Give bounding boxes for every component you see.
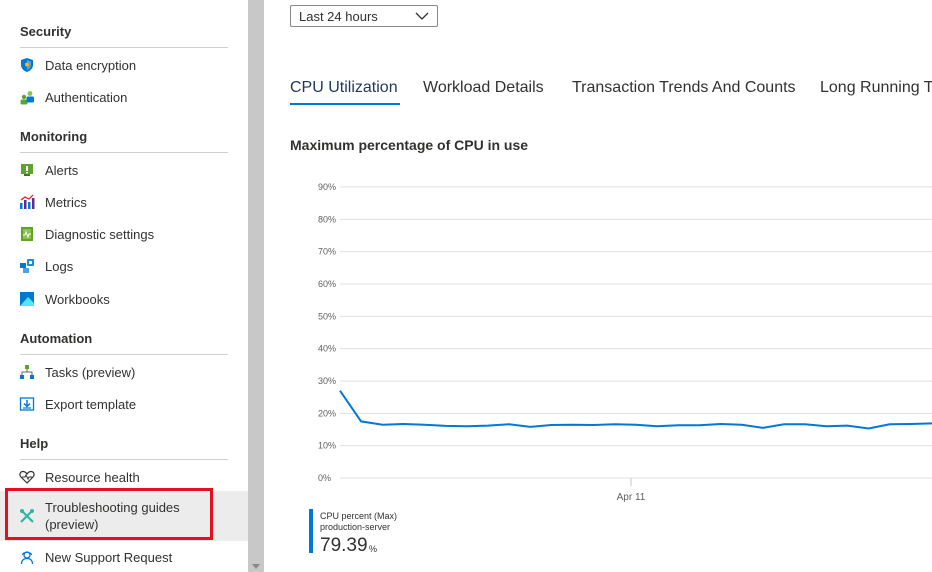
sidebar-item-label: Data encryption bbox=[45, 57, 137, 73]
sidebar-item-label: Metrics bbox=[45, 194, 87, 210]
time-range-select[interactable]: Last 24 hours bbox=[290, 5, 438, 27]
y-tick-label: 50% bbox=[318, 311, 336, 321]
sidebar-item-workbooks[interactable]: Workbooks bbox=[0, 286, 248, 312]
panel-splitter[interactable] bbox=[248, 0, 264, 572]
sidebar: Security Data encryption Authentication … bbox=[0, 0, 248, 572]
x-tick-label: Apr 11 bbox=[617, 492, 646, 503]
y-tick-label: 90% bbox=[318, 182, 336, 192]
section-heading-help: Help bbox=[20, 436, 49, 451]
sidebar-item-logs[interactable]: Logs bbox=[0, 253, 248, 279]
sidebar-item-data-encryption[interactable]: Data encryption bbox=[0, 52, 248, 78]
sidebar-item-label: Export template bbox=[45, 396, 137, 412]
legend-value: 79.39 bbox=[320, 535, 368, 556]
y-tick-label: 60% bbox=[318, 279, 336, 289]
y-tick-label: 40% bbox=[318, 344, 336, 354]
sidebar-item-alerts[interactable]: Alerts bbox=[0, 157, 248, 183]
tab-workload-details[interactable]: Workload Details bbox=[423, 79, 544, 97]
sidebar-item-new-support-request[interactable]: New Support Request bbox=[0, 544, 248, 570]
workbooks-icon bbox=[19, 291, 35, 307]
tab-cpu-utilization[interactable]: CPU Utilization bbox=[290, 79, 398, 97]
diagnostic-icon bbox=[19, 226, 35, 242]
tab-transaction-trends[interactable]: Transaction Trends And Counts bbox=[572, 79, 796, 97]
logs-icon bbox=[19, 258, 35, 274]
legend-color-bar bbox=[309, 509, 313, 553]
sidebar-item-label: Workbooks bbox=[45, 291, 110, 307]
y-tick-label: 80% bbox=[318, 214, 336, 224]
sidebar-item-metrics[interactable]: Metrics bbox=[0, 189, 248, 215]
y-tick-label: 0% bbox=[318, 473, 331, 483]
shield-icon bbox=[19, 57, 35, 73]
sidebar-item-label: Alerts bbox=[45, 162, 79, 178]
legend-series-name: CPU percent (Max) bbox=[320, 511, 398, 521]
y-tick-label: 10% bbox=[318, 441, 336, 451]
sidebar-item-export-template[interactable]: Export template bbox=[0, 391, 248, 417]
chart-title: Maximum percentage of CPU in use bbox=[290, 137, 529, 153]
section-divider bbox=[20, 47, 228, 48]
time-range-value: Last 24 hours bbox=[299, 8, 378, 24]
sidebar-item-label: Tasks (preview) bbox=[45, 364, 136, 380]
scroll-down-icon[interactable] bbox=[252, 564, 260, 569]
highlight-box bbox=[5, 488, 213, 540]
sidebar-item-label: Diagnostic settings bbox=[45, 226, 155, 242]
support-icon bbox=[19, 549, 35, 565]
tab-long-running[interactable]: Long Running T bbox=[820, 79, 932, 97]
sidebar-item-authentication[interactable]: Authentication bbox=[0, 84, 248, 110]
section-divider bbox=[20, 354, 228, 355]
tasks-icon bbox=[19, 364, 35, 380]
y-tick-label: 70% bbox=[318, 247, 336, 257]
heart-icon bbox=[19, 469, 35, 485]
section-divider bbox=[20, 459, 228, 460]
sidebar-item-tasks[interactable]: Tasks (preview) bbox=[0, 359, 248, 385]
sidebar-item-label: Resource health bbox=[45, 469, 140, 485]
legend-unit: % bbox=[369, 544, 378, 554]
sidebar-item-resource-health[interactable]: Resource health bbox=[0, 464, 248, 490]
legend-resource-name: production-server bbox=[320, 522, 391, 532]
chevron-down-icon bbox=[415, 10, 429, 25]
section-heading-security: Security bbox=[20, 24, 72, 39]
section-heading-automation: Automation bbox=[20, 331, 93, 346]
section-heading-monitoring: Monitoring bbox=[20, 129, 88, 144]
sidebar-item-label: New Support Request bbox=[45, 549, 173, 565]
active-tab-indicator bbox=[290, 103, 400, 105]
metrics-icon bbox=[19, 194, 35, 210]
y-tick-label: 20% bbox=[318, 408, 336, 418]
users-icon bbox=[19, 89, 35, 105]
sidebar-item-diagnostic-settings[interactable]: Diagnostic settings bbox=[0, 221, 248, 247]
y-tick-label: 30% bbox=[318, 376, 336, 386]
series-line-cpu-percent bbox=[339, 390, 932, 430]
sidebar-item-label: Logs bbox=[45, 258, 74, 274]
cpu-line-chart: 90% 80% 70% 60% 50% 40% 30% 20% 10% 0% Apr 11 bbox=[318, 182, 932, 503]
section-divider bbox=[20, 152, 228, 153]
export-icon bbox=[19, 396, 35, 412]
alert-icon bbox=[19, 162, 35, 178]
sidebar-item-label: Authentication bbox=[45, 89, 128, 105]
